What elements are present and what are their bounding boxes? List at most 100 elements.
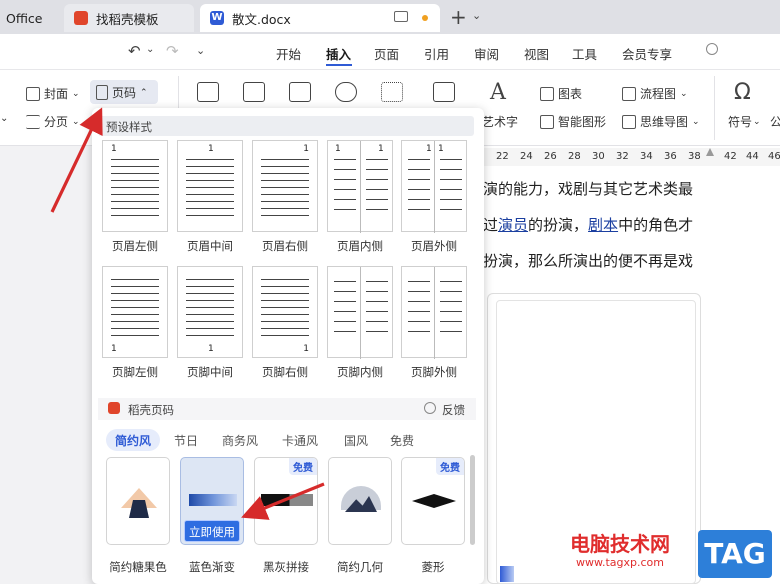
ruler-tick: 26: [544, 151, 557, 162]
preset-footer-inside[interactable]: [327, 266, 393, 359]
category-tab-cartoon[interactable]: 卡通风: [282, 432, 318, 449]
template-card[interactable]: 免费: [254, 457, 318, 545]
page-number-mark: 1: [438, 144, 444, 154]
ruler-indent-marker[interactable]: [706, 148, 714, 156]
smart-shape-button[interactable]: 智能图形: [540, 113, 606, 130]
art-text-label[interactable]: 艺术字: [482, 113, 518, 130]
page-number-content: 页码 ⌃: [96, 84, 148, 101]
watermark-url: www.tagxp.com: [576, 556, 664, 569]
category-tab-simple[interactable]: 简约风: [115, 432, 151, 449]
preset-header-center[interactable]: 1: [177, 140, 243, 232]
use-now-button[interactable]: 立即使用: [184, 520, 240, 542]
cover-icon: [26, 86, 40, 101]
menu-membership[interactable]: 会员专享: [622, 44, 672, 63]
page-number-button[interactable]: 页码 ⌃: [90, 80, 158, 104]
preset-header-inside[interactable]: 1 1: [327, 140, 393, 233]
feedback-icon[interactable]: [424, 402, 436, 414]
left-chevron-icon[interactable]: ⌄: [0, 113, 8, 124]
flowchart-button[interactable]: 流程图 ⌄: [622, 85, 688, 102]
category-tab-business[interactable]: 商务风: [222, 432, 258, 449]
tab-list-chevron-icon[interactable]: ⌄: [472, 9, 481, 22]
monitor-icon[interactable]: [394, 11, 408, 22]
hyperlink-actor[interactable]: 演员: [498, 216, 528, 234]
template-card[interactable]: 免费: [401, 457, 465, 545]
menu-review[interactable]: 审阅: [474, 44, 499, 63]
document-text-line[interactable]: 演的能力，戏剧与其它艺术类最: [483, 178, 693, 199]
document-text-line[interactable]: 扮演，那么所演出的便不再是戏: [483, 250, 693, 271]
shapes-icon[interactable]: [335, 82, 357, 102]
ruler-tick: 24: [520, 151, 533, 162]
preset-label: 页脚外侧: [411, 365, 457, 379]
preset-header-left[interactable]: 1: [102, 140, 168, 232]
ruler-tick: 34: [640, 151, 653, 162]
mindmap-button[interactable]: 思维导图 ⌄: [622, 113, 700, 130]
flowchart-icon: [622, 86, 636, 101]
watermark-tag-logo: TAG: [698, 530, 772, 578]
new-tab-plus-icon[interactable]: +: [450, 5, 467, 29]
template-card[interactable]: [106, 457, 170, 545]
menu-view[interactable]: 视图: [524, 44, 549, 63]
tab-docer-templates[interactable]: 找稻壳模板: [64, 4, 194, 32]
preset-footer-right[interactable]: 1: [252, 266, 318, 358]
template-name: 黑灰拼接: [263, 560, 309, 574]
search-icon[interactable]: [706, 43, 718, 55]
menu-insert[interactable]: 插入: [326, 44, 351, 63]
undo-chevron-icon[interactable]: ⌄: [146, 44, 154, 55]
menu-references[interactable]: 引用: [424, 44, 449, 63]
picture-icon[interactable]: [243, 82, 265, 102]
preset-header-outside[interactable]: 1 1: [401, 140, 467, 233]
template-name: 蓝色渐变: [189, 560, 235, 574]
feedback-link[interactable]: 反馈: [442, 402, 465, 418]
text-span: 中的角色才: [618, 216, 694, 234]
hyperlink-script[interactable]: 剧本: [588, 216, 618, 234]
category-tab-chinese[interactable]: 国风: [344, 432, 368, 449]
textbox-icon[interactable]: [433, 82, 455, 102]
template-name: 简约糖果色: [109, 560, 167, 574]
mindmap-chevron-icon: ⌄: [692, 116, 700, 127]
menu-home[interactable]: 开始: [276, 44, 301, 63]
undo-icon[interactable]: ↶: [128, 42, 141, 60]
ruler-tick: 44: [746, 151, 759, 162]
text-span: 过: [483, 216, 499, 234]
preset-header-right[interactable]: 1: [252, 140, 318, 232]
symbol-icon[interactable]: Ω: [734, 80, 751, 105]
preset-label: 页眉中间: [187, 239, 233, 253]
category-tab-free[interactable]: 免费: [390, 432, 414, 449]
template-name: 简约几何: [337, 560, 383, 574]
panel-scrollbar[interactable]: [470, 455, 475, 545]
document-text-line[interactable]: 过演员的扮演，剧本中的角色才: [483, 214, 693, 235]
page-number-label: 页码: [112, 86, 137, 100]
preset-label: 页眉左侧: [112, 239, 158, 253]
horizontal-ruler[interactable]: 22 24 26 28 30 32 34 36 38 42 44 46: [480, 148, 780, 166]
free-badge: 免费: [436, 458, 464, 475]
tab-office[interactable]: Office: [0, 4, 58, 32]
template-card[interactable]: [328, 457, 392, 545]
menu-page[interactable]: 页面: [374, 44, 399, 63]
symbol-label[interactable]: 符号: [728, 113, 752, 130]
tab-document[interactable]: W 散文.docx: [200, 4, 440, 32]
table-icon[interactable]: [197, 82, 219, 102]
page-break-button[interactable]: 分页 ⌄: [26, 113, 80, 130]
formula-label[interactable]: 公: [770, 113, 780, 130]
smart-shape-label: 智能图形: [558, 115, 607, 129]
art-text-icon[interactable]: A: [490, 80, 506, 105]
icons-library-icon[interactable]: [381, 82, 403, 102]
preset-footer-center[interactable]: 1: [177, 266, 243, 358]
chart-icon: [540, 86, 554, 101]
symbol-chevron-icon[interactable]: ⌄: [753, 117, 761, 127]
redo-icon[interactable]: ↷: [166, 42, 179, 60]
cover-button[interactable]: 封面 ⌄: [26, 85, 80, 102]
preset-label: 页眉内侧: [337, 239, 383, 253]
quick-access-chevron-icon[interactable]: ⌄: [196, 44, 205, 57]
menu-tools[interactable]: 工具: [572, 44, 597, 63]
screenshot-icon[interactable]: [289, 82, 311, 102]
category-tab-festival[interactable]: 节日: [174, 432, 198, 449]
preset-label: 页脚右侧: [262, 365, 308, 379]
word-doc-icon: W: [210, 11, 224, 25]
preset-footer-left[interactable]: 1: [102, 266, 168, 358]
page-number-mark: 1: [111, 344, 117, 354]
page-number-mark: 1: [303, 344, 309, 354]
template-art: [412, 494, 456, 508]
chart-button[interactable]: 图表: [540, 85, 582, 102]
preset-footer-outside[interactable]: [401, 266, 467, 359]
